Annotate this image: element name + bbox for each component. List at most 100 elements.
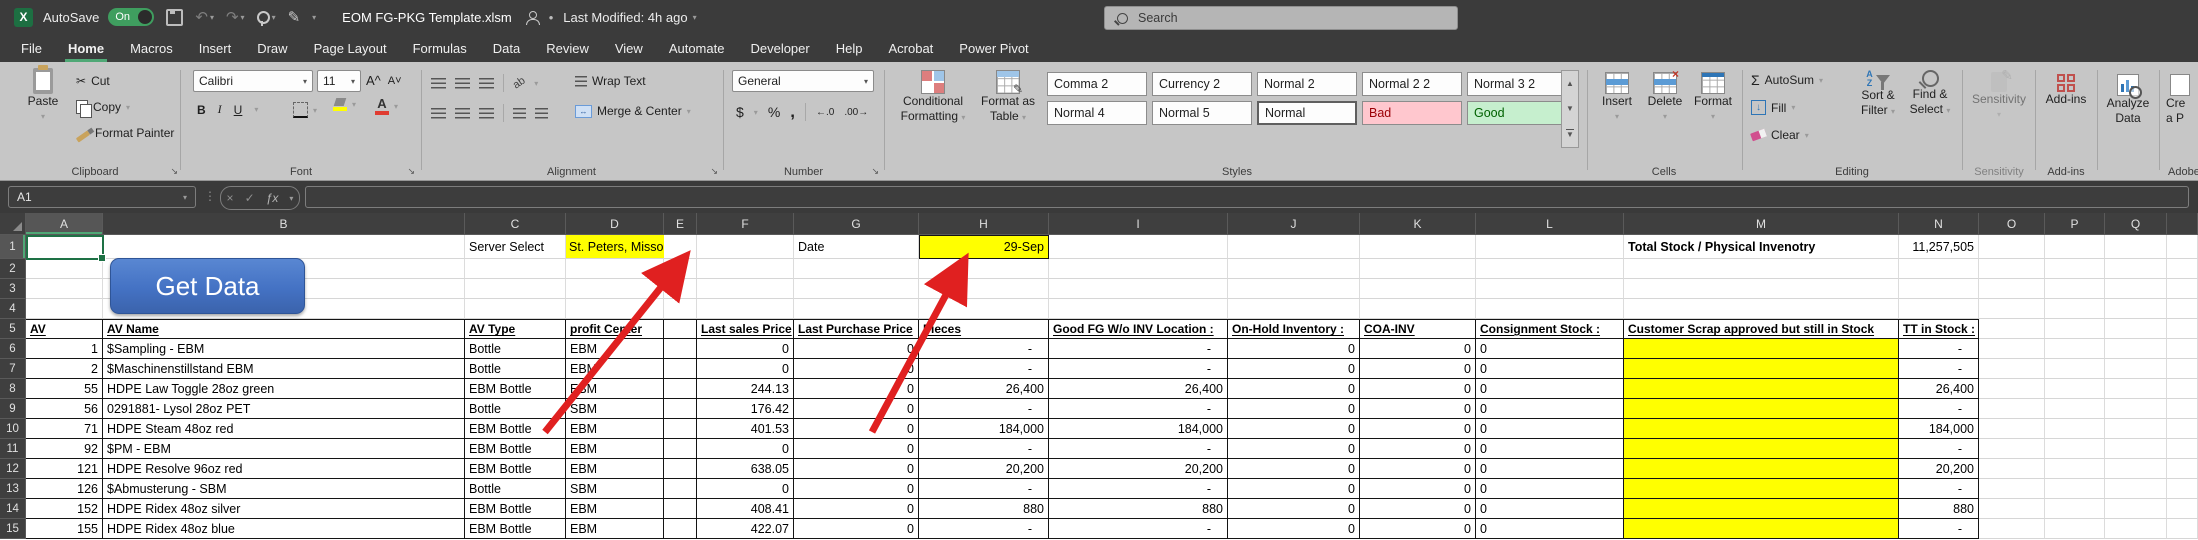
fill-button[interactable]: ↓ Fill ▾	[1751, 100, 1795, 115]
cell-K2[interactable]	[1360, 259, 1476, 279]
cell-P4[interactable]	[2045, 299, 2105, 319]
cell-style-normal-4[interactable]: Normal 4	[1047, 101, 1147, 125]
format-as-table-button[interactable]: Format as Table ▾	[977, 70, 1039, 125]
column-header-C[interactable]: C	[465, 213, 566, 235]
cancel-icon[interactable]: ×	[227, 191, 234, 205]
cell-P9[interactable]	[2045, 399, 2105, 419]
cell-E7[interactable]	[664, 359, 697, 379]
cell-O10[interactable]	[1979, 419, 2045, 439]
clear-button[interactable]: Clear ▾	[1751, 128, 1809, 142]
cell-F2[interactable]	[697, 259, 794, 279]
cell-G12[interactable]: 0	[794, 459, 919, 479]
cell-H13[interactable]: -	[919, 479, 1049, 499]
number-format-select[interactable]: General ▾	[732, 70, 874, 92]
cell-P14[interactable]	[2045, 499, 2105, 519]
get-data-macro-button[interactable]: Get Data	[110, 258, 305, 314]
cell-I9[interactable]: -	[1049, 399, 1228, 419]
align-top-icon[interactable]	[431, 78, 446, 89]
cell-Q7[interactable]	[2105, 359, 2167, 379]
cell-R12[interactable]	[2167, 459, 2198, 479]
format-painter-button[interactable]: Format Painter	[76, 126, 174, 140]
cell-R1[interactable]	[2167, 235, 2198, 259]
column-header-B[interactable]: B	[103, 213, 465, 235]
cell-D6[interactable]: EBM	[566, 339, 664, 359]
cell-R5[interactable]	[2167, 319, 2198, 339]
orientation-icon[interactable]: ab	[511, 75, 528, 92]
cell-F5[interactable]: Last sales Price	[697, 319, 794, 339]
column-header-D[interactable]: D	[566, 213, 664, 235]
cell-H11[interactable]: -	[919, 439, 1049, 459]
cell-H10[interactable]: 184,000	[919, 419, 1049, 439]
tab-acrobat[interactable]: Acrobat	[875, 34, 946, 62]
cell-style-normal[interactable]: Normal	[1257, 101, 1357, 125]
column-header-M[interactable]: M	[1624, 213, 1899, 235]
cell-P7[interactable]	[2045, 359, 2105, 379]
accounting-dropdown-icon[interactable]: ▾	[754, 108, 758, 117]
row-header-3[interactable]: 3	[0, 279, 26, 299]
cell-J12[interactable]: 0	[1228, 459, 1360, 479]
cell-E14[interactable]	[664, 499, 697, 519]
name-box[interactable]: A1 ▾	[8, 186, 196, 208]
cell-K5[interactable]: COA-INV	[1360, 319, 1476, 339]
cell-D15[interactable]: EBM	[566, 519, 664, 539]
cell-M5[interactable]: Customer Scrap approved but still in Sto…	[1624, 319, 1899, 339]
decrease-indent-icon[interactable]	[513, 108, 526, 119]
cell-M8[interactable]	[1624, 379, 1899, 399]
people-icon[interactable]	[526, 11, 539, 24]
cell-E6[interactable]	[664, 339, 697, 359]
shrink-font-button[interactable]: A˅	[388, 75, 402, 87]
tab-macros[interactable]: Macros	[117, 34, 186, 62]
wrap-text-button[interactable]: Wrap Text	[575, 74, 646, 88]
column-header-I[interactable]: I	[1049, 213, 1228, 235]
cell-K7[interactable]: 0	[1360, 359, 1476, 379]
cell-R14[interactable]	[2167, 499, 2198, 519]
font-name-select[interactable]: Calibri ▾	[193, 70, 313, 92]
cell-C1[interactable]: Server Select	[465, 235, 566, 259]
cell-F4[interactable]	[697, 299, 794, 319]
column-header-H[interactable]: H	[919, 213, 1049, 235]
cell-C4[interactable]	[465, 299, 566, 319]
grow-font-button[interactable]: A^	[366, 73, 381, 88]
formula-input[interactable]	[305, 186, 2189, 208]
column-header-K[interactable]: K	[1360, 213, 1476, 235]
cell-J8[interactable]: 0	[1228, 379, 1360, 399]
redo-button[interactable]: ↷▾	[226, 8, 245, 26]
cell-J3[interactable]	[1228, 279, 1360, 299]
cell-C13[interactable]: Bottle	[465, 479, 566, 499]
cell-M15[interactable]	[1624, 519, 1899, 539]
cell-N5[interactable]: TT in Stock :	[1899, 319, 1979, 339]
cell-O12[interactable]	[1979, 459, 2045, 479]
cell-L10[interactable]: 0	[1476, 419, 1624, 439]
row-header-4[interactable]: 4	[0, 299, 26, 319]
ink-button[interactable]: ✎	[288, 8, 301, 26]
cell-A8[interactable]: 55	[26, 379, 103, 399]
cell-H12[interactable]: 20,200	[919, 459, 1049, 479]
cell-P8[interactable]	[2045, 379, 2105, 399]
tab-draw[interactable]: Draw	[244, 34, 300, 62]
styles-gallery-scroll[interactable]: ▲ ▼ ▼	[1561, 70, 1579, 148]
cell-M11[interactable]	[1624, 439, 1899, 459]
underline-dropdown-icon[interactable]: ▾	[254, 105, 258, 114]
cell-M12[interactable]	[1624, 459, 1899, 479]
cell-R8[interactable]	[2167, 379, 2198, 399]
cell-O4[interactable]	[1979, 299, 2045, 319]
cell-L14[interactable]: 0	[1476, 499, 1624, 519]
cell-C8[interactable]: EBM Bottle	[465, 379, 566, 399]
cell-F13[interactable]: 0	[697, 479, 794, 499]
increase-decimal-button[interactable]: ←.0	[816, 107, 834, 118]
cell-P10[interactable]	[2045, 419, 2105, 439]
cell-M14[interactable]	[1624, 499, 1899, 519]
cell-I8[interactable]: 26,400	[1049, 379, 1228, 399]
cell-I15[interactable]: -	[1049, 519, 1228, 539]
cut-button[interactable]: ✂ Cut	[76, 74, 110, 88]
align-left-icon[interactable]	[431, 108, 446, 119]
cell-A3[interactable]	[26, 279, 103, 299]
cell-B6[interactable]: $Sampling - EBM	[103, 339, 465, 359]
cell-E9[interactable]	[664, 399, 697, 419]
cell-D12[interactable]: EBM	[566, 459, 664, 479]
cell-F9[interactable]: 176.42	[697, 399, 794, 419]
tab-insert[interactable]: Insert	[186, 34, 245, 62]
cell-H1[interactable]: 29-Sep	[919, 235, 1049, 259]
font-size-select[interactable]: 11 ▾	[317, 70, 361, 92]
cell-Q2[interactable]	[2105, 259, 2167, 279]
